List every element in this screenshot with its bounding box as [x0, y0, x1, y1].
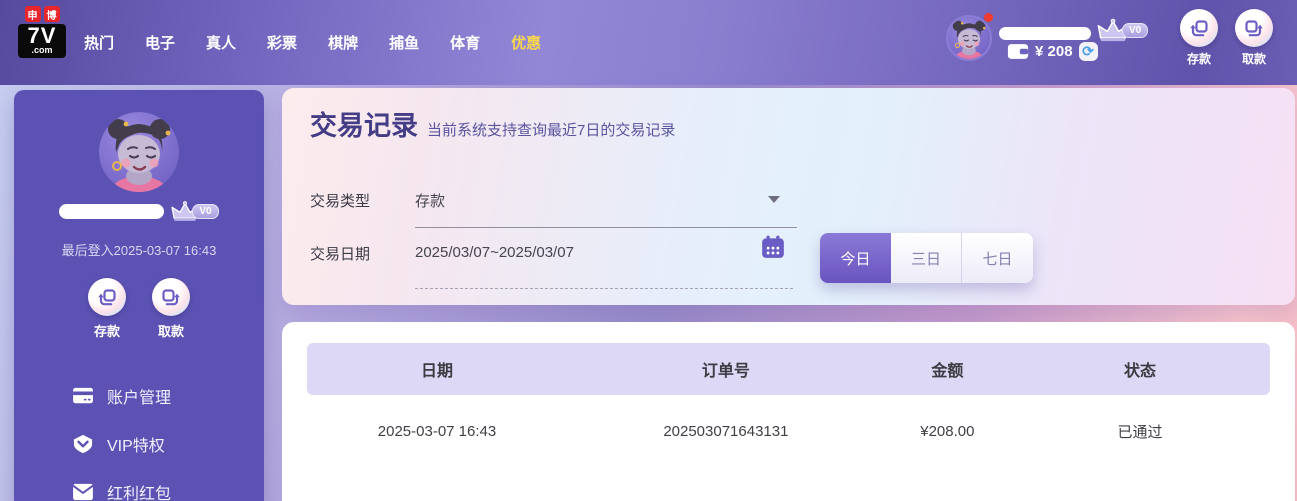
wallet-icon: [1007, 43, 1029, 60]
sidebar-item-account[interactable]: 账户管理: [14, 372, 264, 420]
topbar-withdraw-button[interactable]: 取款: [1230, 9, 1278, 67]
sidebar-deposit-button[interactable]: 存款: [88, 278, 126, 340]
cell-amount: ¥208.00: [885, 423, 1010, 440]
logo-sub-text: .com: [20, 46, 64, 55]
withdraw-label: 取款: [1242, 50, 1266, 67]
withdraw-label: 取款: [158, 321, 184, 340]
table-header: 日期 订单号 金额 状态: [307, 343, 1270, 395]
logo-tag-1: 申: [25, 6, 41, 22]
deposit-label: 存款: [94, 321, 120, 340]
transaction-date-label: 交易日期: [310, 243, 370, 264]
bank-card-icon: [72, 387, 94, 405]
panel-title-row: 交易记录 当前系统支持查询最近7日的交易记录: [310, 104, 675, 143]
vip-badge: V0: [1122, 23, 1148, 38]
table-row: 2025-03-07 16:43 202503071643131 ¥208.00…: [307, 395, 1270, 467]
withdraw-icon: [1235, 9, 1273, 47]
transaction-type-label: 交易类型: [310, 190, 370, 211]
sidebar-withdraw-button[interactable]: 取款: [152, 278, 190, 340]
topbar-deposit-button[interactable]: 存款: [1175, 9, 1223, 67]
deposit-icon: [88, 278, 126, 316]
page-subtitle: 当前系统支持查询最近7日的交易记录: [427, 119, 675, 140]
date-range-button-group: 今日 三日 七日: [820, 233, 1033, 283]
calendar-icon[interactable]: [760, 234, 786, 260]
sidebar-item-label: VIP特权: [107, 432, 165, 456]
withdraw-icon: [152, 278, 190, 316]
sidebar-menu: 账户管理 VIP特权 红利红包: [14, 372, 264, 501]
transaction-filter-panel: 交易记录 当前系统支持查询最近7日的交易记录 交易类型 存款 交易日期 2025…: [282, 88, 1295, 305]
logo-main-text: 7V: [20, 25, 64, 47]
vip-badge: V0: [192, 204, 218, 219]
sidebar-item-label: 红利红包: [107, 480, 171, 501]
sidebar-item-vip[interactable]: VIP特权: [14, 420, 264, 468]
nav-item-cards[interactable]: 棋牌: [328, 32, 358, 53]
sidebar-user-row: V0: [14, 200, 264, 223]
avatar-image: [948, 17, 990, 59]
date-field-underline: [415, 288, 793, 289]
topbar-user-avatar[interactable]: [946, 15, 992, 61]
cell-status: 已通过: [1010, 421, 1270, 442]
notification-dot: [984, 13, 993, 22]
page: 申 博 7V .com 热门 电子 真人 彩票 棋牌 捕鱼 体育 优惠 V0: [0, 0, 1297, 501]
nav-item-fishing[interactable]: 捕鱼: [389, 32, 419, 53]
sidebar: V0 最后登入2025-03-07 16:43 存款 取款: [14, 90, 264, 501]
page-title: 交易记录: [310, 104, 418, 143]
column-header-order: 订单号: [567, 357, 885, 381]
topbar-username-redacted: [999, 27, 1091, 40]
logo-wordmark: 7V .com: [18, 24, 66, 58]
sidebar-user-avatar[interactable]: [99, 112, 179, 192]
column-header-date: 日期: [307, 357, 567, 381]
nav-item-hot[interactable]: 热门: [84, 32, 114, 53]
avatar-image: [99, 112, 179, 192]
type-field-underline: [415, 227, 797, 228]
deposit-label: 存款: [1187, 50, 1211, 67]
column-header-amount: 金额: [885, 357, 1010, 381]
date-range-input[interactable]: 2025/03/07~2025/03/07: [415, 244, 574, 261]
cell-date: 2025-03-07 16:43: [307, 423, 567, 440]
last-login-text: 最后登入2025-03-07 16:43: [14, 240, 264, 259]
transaction-type-select[interactable]: 存款: [415, 190, 445, 211]
nav-item-sports[interactable]: 体育: [450, 32, 480, 53]
red-packet-icon: [72, 483, 94, 501]
nav-item-promos[interactable]: 优惠: [511, 32, 541, 53]
chevron-down-icon[interactable]: [768, 196, 780, 203]
balance-amount: ¥ 208: [1035, 43, 1073, 60]
deposit-icon: [1180, 9, 1218, 47]
nav-item-live[interactable]: 真人: [206, 32, 236, 53]
topbar-vip-row: V0: [1096, 18, 1148, 43]
column-header-status: 状态: [1010, 357, 1270, 381]
nav-item-lottery[interactable]: 彩票: [267, 32, 297, 53]
main-nav: 热门 电子 真人 彩票 棋牌 捕鱼 体育 优惠: [84, 0, 541, 85]
site-logo[interactable]: 申 博 7V .com: [14, 6, 70, 58]
sidebar-actions: 存款 取款: [14, 278, 264, 340]
transaction-table-panel: 日期 订单号 金额 状态 2025-03-07 16:43 2025030716…: [282, 322, 1295, 501]
sidebar-item-red-packet[interactable]: 红利红包: [14, 468, 264, 501]
refresh-balance-icon[interactable]: ⟳: [1079, 42, 1098, 61]
sidebar-item-label: 账户管理: [107, 384, 171, 408]
logo-tags: 申 博: [25, 6, 60, 22]
cell-order-number: 202503071643131: [567, 423, 885, 440]
nav-item-slots[interactable]: 电子: [145, 32, 175, 53]
balance-row: ¥ 208 ⟳: [1007, 42, 1098, 61]
range-button-3days[interactable]: 三日: [891, 233, 962, 283]
range-button-7days[interactable]: 七日: [962, 233, 1033, 283]
logo-tag-2: 博: [44, 6, 60, 22]
range-button-today[interactable]: 今日: [820, 233, 891, 283]
vip-gem-icon: [72, 434, 94, 454]
topbar: 申 博 7V .com 热门 电子 真人 彩票 棋牌 捕鱼 体育 优惠 V0: [0, 0, 1297, 85]
sidebar-username-redacted: [59, 204, 164, 219]
